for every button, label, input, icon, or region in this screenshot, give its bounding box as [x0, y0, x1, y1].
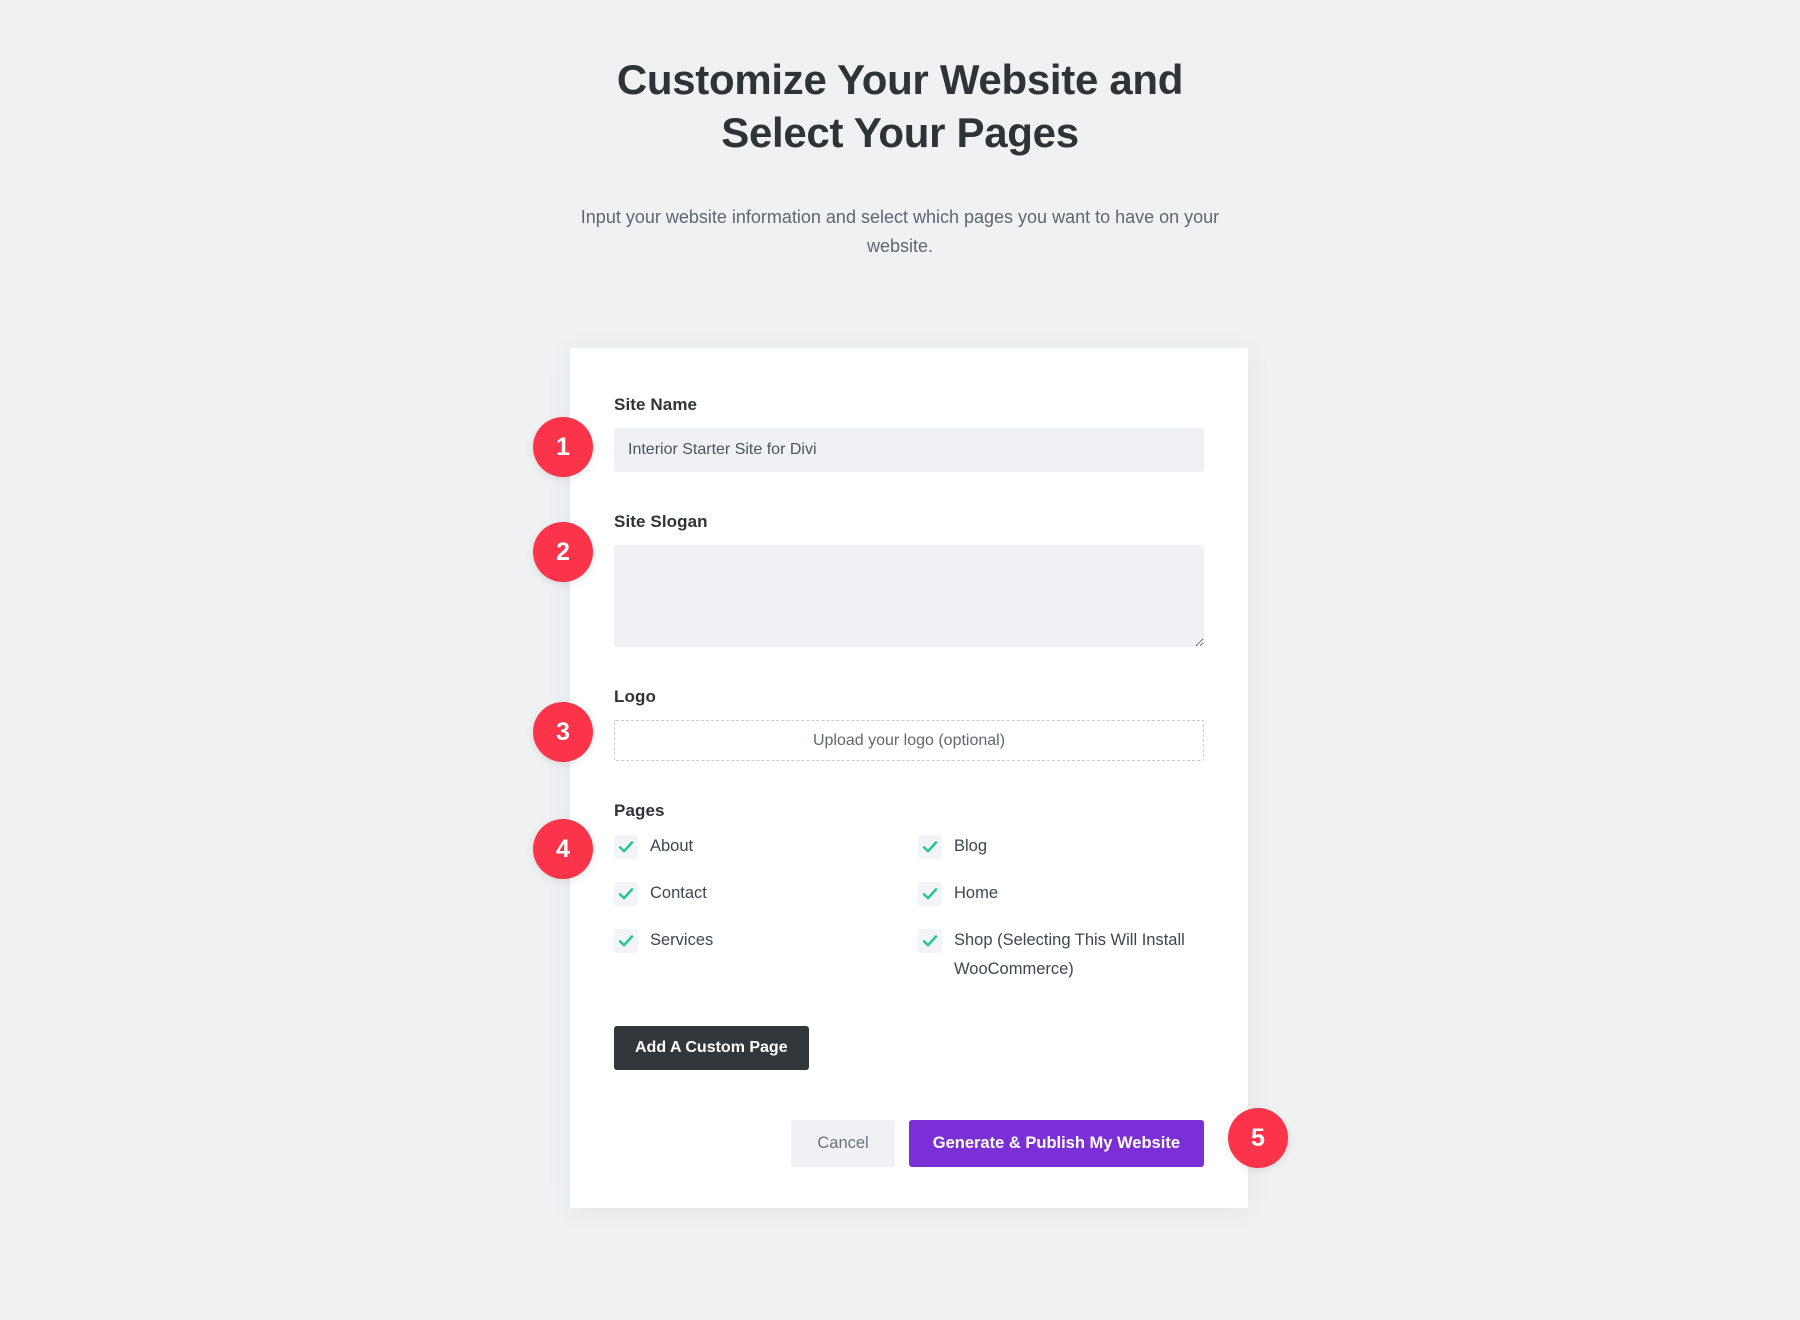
step-badge-2: 2: [533, 522, 593, 582]
page-checkbox-contact[interactable]: Contact: [614, 881, 900, 908]
upload-logo-button[interactable]: Upload your logo (optional): [614, 720, 1204, 761]
checkmark-icon: [614, 835, 638, 859]
page-checkbox-about[interactable]: About: [614, 834, 900, 861]
cancel-button[interactable]: Cancel: [791, 1119, 895, 1167]
logo-field-group: Logo Upload your logo (optional): [614, 687, 1204, 761]
page-label: Services: [650, 930, 714, 949]
step-badge-5: 5: [1228, 1108, 1288, 1168]
checkmark-icon: [918, 881, 942, 906]
page-checkbox-shop[interactable]: Shop (Selecting This Will Install WooCom…: [918, 928, 1204, 984]
page-label: Blog: [954, 837, 988, 855]
page-label: About: [650, 837, 694, 855]
site-name-label: Site Name: [614, 395, 698, 414]
step-badge-3: 3: [533, 702, 593, 762]
checkmark-icon: [918, 928, 942, 953]
generate-publish-button[interactable]: Generate & Publish My Website: [908, 1119, 1204, 1167]
page-label: Contact: [650, 883, 707, 902]
page-header: Customize Your Website and Select Your P…: [0, 0, 1800, 261]
logo-label: Logo: [614, 687, 656, 706]
form-actions: Cancel Generate & Publish My Website: [614, 1119, 1204, 1167]
pages-checkbox-grid: About Blog Contact Home Services Shop (S…: [614, 834, 1204, 984]
site-slogan-field-group: Site Slogan: [614, 512, 1204, 647]
step-badge-1: 1: [533, 417, 593, 477]
site-slogan-textarea[interactable]: [614, 545, 1204, 647]
page-label: Home: [954, 883, 999, 902]
site-slogan-label: Site Slogan: [614, 512, 708, 531]
checkmark-icon: [614, 881, 638, 906]
pages-label: Pages: [614, 801, 665, 820]
page-label: Shop (Selecting This Will Install WooCom…: [954, 930, 1185, 978]
add-custom-page-button[interactable]: Add A Custom Page: [614, 1025, 809, 1070]
checkmark-icon: [614, 928, 638, 953]
pages-field-group: Pages About Blog Contact Home Services S…: [614, 801, 1204, 1070]
site-name-input[interactable]: [614, 428, 1204, 472]
customize-form-card: Site Name Site Slogan Logo Upload your l…: [570, 348, 1248, 1208]
page-checkbox-blog[interactable]: Blog: [918, 834, 1204, 861]
page-subtitle: Input your website information and selec…: [580, 207, 1220, 256]
card-content: Site Name Site Slogan Logo Upload your l…: [614, 395, 1204, 1167]
page-title: Customize Your Website and Select Your P…: [616, 56, 1184, 156]
checkmark-icon: [918, 835, 942, 859]
site-name-field-group: Site Name: [614, 395, 1204, 472]
upload-logo-text: Upload your logo (optional): [812, 731, 1006, 749]
step-badge-4: 4: [533, 819, 593, 879]
card-surface: Site Name Site Slogan Logo Upload your l…: [570, 348, 1248, 1208]
page-checkbox-home[interactable]: Home: [918, 881, 1204, 908]
page-checkbox-services[interactable]: Services: [614, 928, 900, 984]
